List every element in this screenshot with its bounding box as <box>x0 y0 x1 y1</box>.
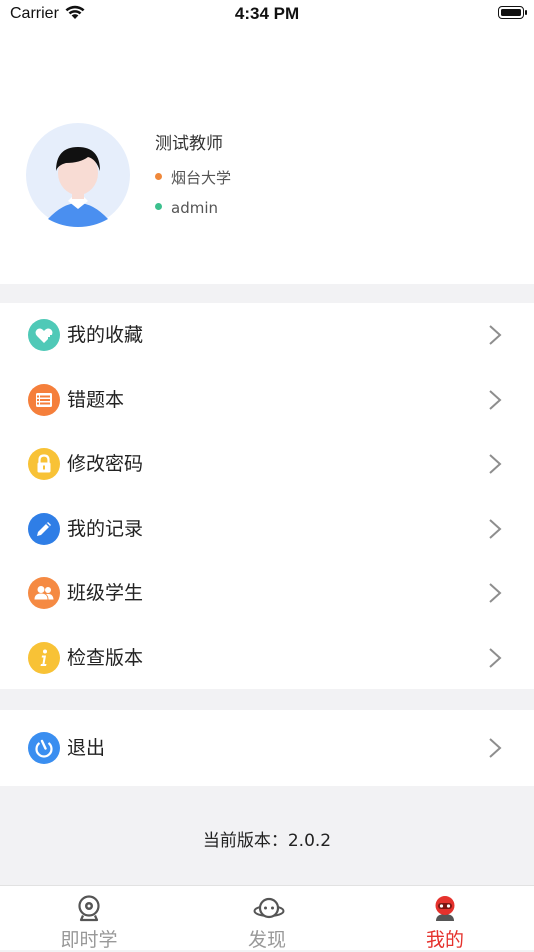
menu-label-wrong-answers: 错题本 <box>67 388 125 411</box>
menu-item-change-password[interactable]: 修改密码 <box>0 432 534 497</box>
tab-label-instant-learn: 即时学 <box>60 929 118 951</box>
robot-icon <box>431 894 459 922</box>
chevron-right-icon <box>489 583 502 603</box>
menu-label-change-password: 修改密码 <box>67 453 144 476</box>
pencil-icon <box>28 512 60 545</box>
menu-item-favorites[interactable]: 我的收藏 <box>0 303 534 368</box>
account-info: admin <box>155 199 218 217</box>
school-name: 烟台大学 <box>171 169 232 187</box>
school-dot-icon <box>155 173 162 180</box>
status-bar: Carrier 4:34 PM <box>0 0 534 28</box>
menu-label-favorites: 我的收藏 <box>67 324 144 347</box>
school-info: 烟台大学 <box>155 167 231 188</box>
chevron-right-icon <box>489 648 502 668</box>
menu-item-my-records[interactable]: 我的记录 <box>0 497 534 562</box>
account-dot-icon <box>155 203 162 210</box>
menu-label-class-students: 班级学生 <box>67 582 144 605</box>
chevron-right-icon <box>489 390 502 410</box>
tab-discover[interactable]: 发现 <box>178 886 356 951</box>
chevron-right-icon <box>489 738 502 758</box>
tab-instant-learn[interactable]: 即时学 <box>0 886 178 951</box>
tab-bar: 即时学 发现 我的 <box>0 885 534 951</box>
chevron-right-icon <box>489 454 502 474</box>
planet-icon <box>253 894 285 922</box>
battery-icon <box>498 6 527 19</box>
users-icon <box>28 577 60 610</box>
tab-mine[interactable]: 我的 <box>356 886 534 951</box>
tab-label-mine: 我的 <box>425 929 464 951</box>
menu-list: 我的收藏 错题本 修改密码 我的记录 班级学生 检查版本 <box>0 303 534 689</box>
power-icon <box>28 732 60 764</box>
menu-item-check-version[interactable]: 检查版本 <box>0 626 534 691</box>
avatar[interactable] <box>26 123 130 227</box>
chevron-right-icon <box>489 519 502 539</box>
menu-label-check-version: 检查版本 <box>67 646 144 669</box>
chevron-right-icon <box>489 325 502 345</box>
logout-group: 退出 <box>0 710 534 786</box>
list-book-icon <box>28 383 60 416</box>
heart-plus-icon <box>28 319 60 352</box>
lock-icon <box>28 448 60 481</box>
menu-label-logout: 退出 <box>67 737 106 759</box>
info-icon <box>28 641 60 674</box>
webcam-icon <box>75 894 103 922</box>
user-name: 测试教师 <box>155 134 223 154</box>
tab-label-discover: 发现 <box>247 929 286 951</box>
account-name: admin <box>171 199 218 217</box>
menu-label-my-records: 我的记录 <box>67 517 144 540</box>
menu-item-class-students[interactable]: 班级学生 <box>0 561 534 626</box>
menu-item-logout[interactable]: 退出 <box>0 710 534 786</box>
profile-header: 测试教师 烟台大学 admin <box>0 28 534 284</box>
current-version: 当前版本：2.0.2 <box>202 831 332 851</box>
menu-item-wrong-answers[interactable]: 错题本 <box>0 368 534 433</box>
clock-time: 4:34 PM <box>234 4 300 23</box>
